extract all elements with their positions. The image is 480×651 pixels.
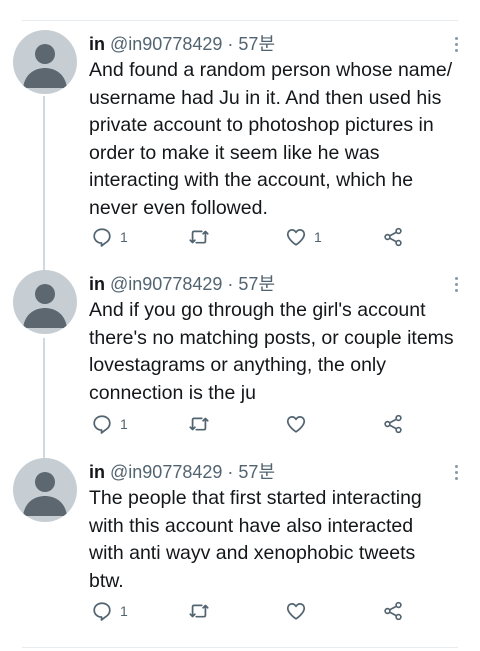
default-avatar-icon	[23, 284, 67, 328]
retweet-icon	[189, 230, 209, 244]
reply-count: 1	[120, 603, 128, 619]
share-button[interactable]	[382, 412, 404, 436]
reply-count: 1	[120, 416, 128, 432]
share-button[interactable]	[382, 599, 404, 623]
separator: ·	[227, 34, 234, 54]
tweet[interactable]: in @in90778429 · 57분 And found a random …	[0, 30, 480, 250]
default-avatar-icon	[23, 472, 67, 516]
action-bar: 1	[89, 412, 429, 436]
user-handle[interactable]: @in90778429	[110, 34, 222, 54]
timestamp[interactable]: 57분	[238, 462, 275, 482]
like-button[interactable]	[285, 599, 307, 623]
reply-icon	[93, 415, 111, 434]
tweet[interactable]: in @in90778429 · 57분 The people that fir…	[0, 458, 480, 628]
share-icon	[384, 227, 402, 247]
like-button[interactable]	[285, 412, 307, 436]
retweet-icon	[189, 604, 209, 618]
like-button[interactable]: 1	[285, 225, 322, 249]
reply-button[interactable]: 1	[91, 599, 128, 623]
top-divider	[22, 20, 458, 21]
retweet-icon	[189, 417, 209, 431]
share-button[interactable]	[382, 225, 404, 249]
tweet-text: And if you go through the girl's account…	[89, 299, 454, 404]
separator: ·	[227, 462, 234, 482]
more-options-icon[interactable]	[448, 34, 464, 56]
default-avatar-icon	[23, 44, 67, 88]
reply-button[interactable]: 1	[91, 225, 128, 249]
heart-icon	[286, 602, 306, 620]
retweet-button[interactable]	[187, 599, 211, 623]
timestamp[interactable]: 57분	[238, 34, 275, 54]
retweet-button[interactable]	[187, 225, 211, 249]
timestamp[interactable]: 57분	[238, 274, 275, 294]
reply-count: 1	[120, 229, 128, 245]
separator: ·	[227, 274, 234, 294]
user-handle[interactable]: @in90778429	[110, 462, 222, 482]
share-icon	[384, 601, 402, 621]
display-name[interactable]: in	[89, 34, 105, 54]
tweet-text: The people that first started interactin…	[89, 487, 422, 592]
avatar[interactable]	[13, 458, 77, 522]
avatar[interactable]	[13, 30, 77, 94]
bottom-divider	[22, 647, 458, 648]
display-name[interactable]: in	[89, 462, 105, 482]
action-bar: 1	[89, 599, 429, 623]
reply-icon	[93, 228, 111, 247]
like-count: 1	[314, 229, 322, 245]
heart-icon	[286, 228, 306, 246]
heart-icon	[286, 415, 306, 433]
tweet-header: in @in90778429 · 57분	[89, 32, 275, 56]
share-icon	[384, 414, 402, 434]
tweet-header: in @in90778429 · 57분	[89, 460, 275, 484]
more-options-icon[interactable]	[448, 274, 464, 296]
user-handle[interactable]: @in90778429	[110, 274, 222, 294]
reply-icon	[93, 602, 111, 621]
more-options-icon[interactable]	[448, 462, 464, 484]
tweet[interactable]: in @in90778429 · 57분 And if you go throu…	[0, 270, 480, 440]
reply-button[interactable]: 1	[91, 412, 128, 436]
retweet-button[interactable]	[187, 412, 211, 436]
display-name[interactable]: in	[89, 274, 105, 294]
avatar[interactable]	[13, 270, 77, 334]
action-bar: 1 1	[89, 225, 429, 249]
tweet-text: And found a random person whose name/ us…	[89, 59, 453, 219]
tweet-header: in @in90778429 · 57분	[89, 272, 275, 296]
